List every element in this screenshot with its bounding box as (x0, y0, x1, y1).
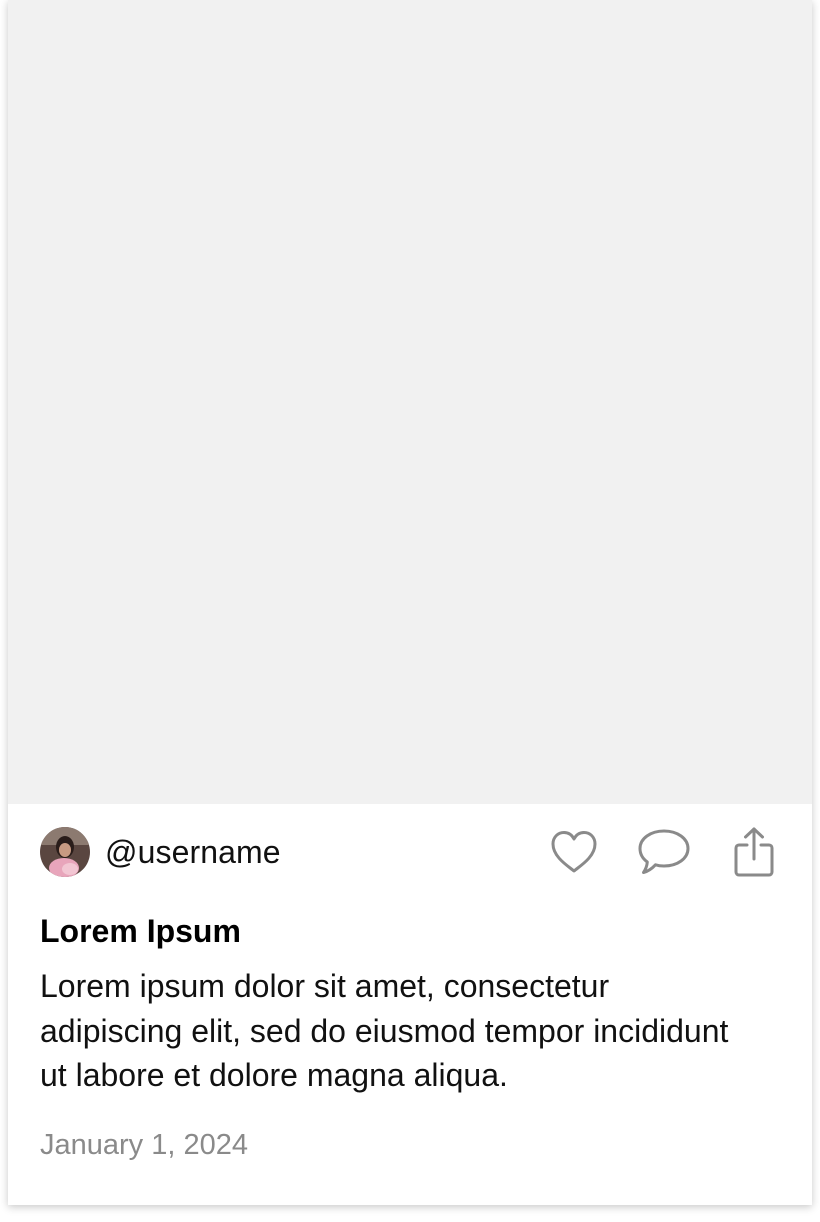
post-card: @username Lorem Ipsum Lorem ipsum dolor … (8, 0, 812, 1205)
username[interactable]: @username (105, 836, 281, 868)
share-icon (734, 827, 774, 877)
author-row: @username (40, 826, 281, 878)
avatar-photo (40, 827, 90, 877)
heart-icon (551, 831, 597, 873)
like-button[interactable] (546, 824, 602, 880)
avatar[interactable] (40, 827, 90, 877)
comment-icon (638, 829, 690, 874)
post-actions (546, 824, 782, 880)
post-media-placeholder[interactable] (8, 0, 812, 804)
share-button[interactable] (726, 824, 782, 880)
post-title: Lorem Ipsum (40, 913, 241, 949)
comment-button[interactable] (636, 824, 692, 880)
post-date: January 1, 2024 (40, 1129, 248, 1161)
post-body: Lorem ipsum dolor sit amet, consectetur … (40, 968, 729, 1093)
